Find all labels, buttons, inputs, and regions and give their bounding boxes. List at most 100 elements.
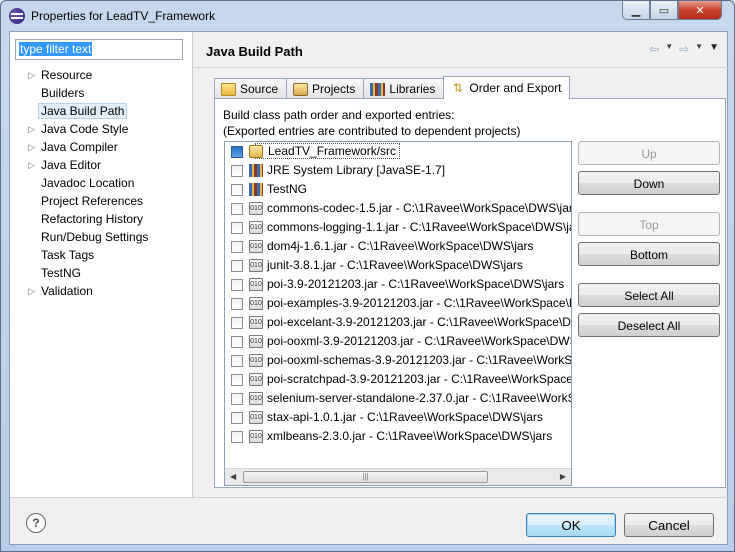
help-icon[interactable]: ? — [26, 513, 46, 533]
eclipse-icon — [9, 8, 25, 24]
select-all-button[interactable]: Select All — [578, 283, 720, 307]
classpath-entry-row[interactable]: LeadTV_Framework/src — [225, 142, 571, 161]
tree-item[interactable]: ▷ Java Code Style — [10, 120, 193, 138]
back-arrow-icon[interactable]: ⇦ — [649, 42, 659, 56]
tab-libraries[interactable]: Libraries — [363, 78, 445, 99]
tree-item[interactable]: Builders — [10, 84, 193, 102]
tree-item-label: Resource — [41, 68, 93, 82]
export-checkbox[interactable] — [231, 260, 243, 272]
maximize-button[interactable]: ▭ — [650, 1, 678, 20]
top-button[interactable]: Top — [578, 212, 720, 236]
classpath-entry-label: dom4j-1.6.1.jar - C:\1Ravee\WorkSpace\DW… — [267, 239, 534, 253]
export-checkbox[interactable] — [231, 355, 243, 367]
ok-button[interactable]: OK — [526, 513, 616, 537]
classpath-entry-row[interactable]: 010 dom4j-1.6.1.jar - C:\1Ravee\WorkSpace… — [225, 237, 571, 256]
jar-icon: 010 — [249, 240, 263, 253]
export-checkbox[interactable] — [231, 222, 243, 234]
title-bar: Properties for LeadTV_Framework ▁ ▭ ✕ — [1, 1, 734, 31]
classpath-entry-row[interactable]: 010 poi-excelant-3.9-20121203.jar - C:\1R… — [225, 313, 571, 332]
export-checkbox[interactable] — [231, 431, 243, 443]
property-page-content: Java Build Path ⇦ ▼ ⇨ ▼ ▼ Source Projects… — [194, 32, 729, 497]
classpath-entry-label: poi-ooxml-schemas-3.9-20121203.jar - C:\… — [267, 353, 572, 367]
tab-order-and-export[interactable]: ⇅ Order and Export — [443, 76, 571, 99]
scroll-thumb[interactable]: ||| — [243, 471, 488, 483]
tree-item[interactable]: ▷ Java Compiler — [10, 138, 193, 156]
classpath-entry-row[interactable]: TestNG — [225, 180, 571, 199]
horizontal-scrollbar[interactable]: ◀ ||| ▶ — [225, 468, 571, 485]
property-page-tree: ▷ Resource Builders Java Build Path ▷ Java Co… — [10, 66, 193, 300]
order-export-icon: ⇅ — [452, 80, 463, 95]
minimize-button[interactable]: ▁ — [622, 1, 650, 20]
cancel-button[interactable]: Cancel — [624, 513, 714, 537]
tree-item[interactable]: ▷ Java Editor — [10, 156, 193, 174]
export-checkbox[interactable] — [231, 393, 243, 405]
scroll-right-icon[interactable]: ▶ — [560, 472, 566, 481]
classpath-entries-list[interactable]: LeadTV_Framework/src JRE System Library [… — [224, 141, 572, 486]
expand-arrow-icon[interactable]: ▷ — [28, 120, 35, 138]
classpath-entry-label: poi-3.9-20121203.jar - C:\1Ravee\WorkSpa… — [267, 277, 565, 291]
classpath-entry-row[interactable]: 010 commons-logging-1.1.jar - C:\1Ravee\W… — [225, 218, 571, 237]
source-folder-icon — [249, 145, 263, 158]
export-checkbox[interactable] — [231, 279, 243, 291]
expand-arrow-icon[interactable]: ▷ — [28, 66, 35, 84]
classpath-entry-row[interactable]: 010 junit-3.8.1.jar - C:\1Ravee\WorkSpace… — [225, 256, 571, 275]
classpath-entry-row[interactable]: 010 commons-codec-1.5.jar - C:\1Ravee\Wor… — [225, 199, 571, 218]
classpath-entry-label: poi-examples-3.9-20121203.jar - C:\1Rave… — [267, 296, 571, 310]
tree-item-label: Javadoc Location — [41, 176, 135, 190]
dialog-client-area: type filter text ▷ Resource Builders Java B… — [9, 31, 729, 545]
export-checkbox[interactable] — [231, 146, 243, 158]
forward-dropdown-icon[interactable]: ▼ — [695, 42, 703, 56]
tree-item[interactable]: TestNG — [10, 264, 193, 282]
expand-arrow-icon[interactable]: ▷ — [28, 156, 35, 174]
expand-arrow-icon[interactable]: ▷ — [28, 138, 35, 156]
classpath-entry-label: commons-logging-1.1.jar - C:\1Ravee\Work… — [267, 220, 572, 234]
tab-projects[interactable]: Projects — [286, 78, 365, 99]
export-checkbox[interactable] — [231, 374, 243, 386]
export-checkbox[interactable] — [231, 203, 243, 215]
tree-item[interactable]: Project References — [10, 192, 193, 210]
export-checkbox[interactable] — [231, 165, 243, 177]
window-title: Properties for LeadTV_Framework — [31, 9, 216, 23]
bottom-button[interactable]: Bottom — [578, 242, 720, 266]
properties-dialog: Properties for LeadTV_Framework ▁ ▭ ✕ ty… — [0, 0, 735, 552]
scroll-left-icon[interactable]: ◀ — [230, 472, 236, 481]
deselect-all-button[interactable]: Deselect All — [578, 313, 720, 337]
jar-icon: 010 — [249, 392, 263, 405]
tree-item[interactable]: Task Tags — [10, 246, 193, 264]
classpath-entry-row[interactable]: 010 poi-scratchpad-3.9-20121203.jar - C:\… — [225, 370, 571, 389]
export-checkbox[interactable] — [231, 241, 243, 253]
classpath-entry-row[interactable]: 010 poi-examples-3.9-20121203.jar - C:\1R… — [225, 294, 571, 313]
tree-item[interactable]: ▷ Validation — [10, 282, 193, 300]
classpath-entry-label: stax-api-1.0.1.jar - C:\1Ravee\WorkSpace… — [267, 410, 543, 424]
classpath-entry-row[interactable]: JRE System Library [JavaSE-1.7] — [225, 161, 571, 180]
classpath-entry-row[interactable]: 010 selenium-server-standalone-2.37.0.jar… — [225, 389, 571, 408]
classpath-entry-row[interactable]: 010 poi-ooxml-3.9-20121203.jar - C:\1Rave… — [225, 332, 571, 351]
tree-item[interactable]: Refactoring History — [10, 210, 193, 228]
view-menu-icon[interactable]: ▼ — [709, 42, 719, 56]
jar-icon: 010 — [249, 278, 263, 291]
export-checkbox[interactable] — [231, 412, 243, 424]
export-checkbox[interactable] — [231, 317, 243, 329]
tree-item[interactable]: Java Build Path — [10, 102, 193, 120]
expand-arrow-icon[interactable]: ▷ — [28, 282, 35, 300]
export-checkbox[interactable] — [231, 184, 243, 196]
back-dropdown-icon[interactable]: ▼ — [665, 42, 673, 56]
down-button[interactable]: Down — [578, 171, 720, 195]
jar-icon: 010 — [249, 373, 263, 386]
tree-item[interactable]: Javadoc Location — [10, 174, 193, 192]
tree-item-label: Refactoring History — [41, 212, 144, 226]
export-checkbox[interactable] — [231, 298, 243, 310]
forward-arrow-icon[interactable]: ⇨ — [679, 42, 689, 56]
classpath-entry-row[interactable]: 010 poi-ooxml-schemas-3.9-20121203.jar - … — [225, 351, 571, 370]
classpath-entry-row[interactable]: 010 poi-3.9-20121203.jar - C:\1Ravee\Work… — [225, 275, 571, 294]
close-button[interactable]: ✕ — [678, 1, 722, 20]
tree-item[interactable]: ▷ Resource — [10, 66, 193, 84]
classpath-entry-row[interactable]: 010 stax-api-1.0.1.jar - C:\1Ravee\WorkSp… — [225, 408, 571, 427]
filter-input[interactable]: type filter text — [15, 39, 183, 60]
export-checkbox[interactable] — [231, 336, 243, 348]
tree-item[interactable]: Run/Debug Settings — [10, 228, 193, 246]
classpath-entry-row[interactable]: 010 xmlbeans-2.3.0.jar - C:\1Ravee\WorkSp… — [225, 427, 571, 446]
classpath-entry-label: poi-excelant-3.9-20121203.jar - C:\1Rave… — [267, 315, 571, 329]
up-button[interactable]: Up — [578, 141, 720, 165]
tab-source[interactable]: Source — [214, 78, 288, 99]
